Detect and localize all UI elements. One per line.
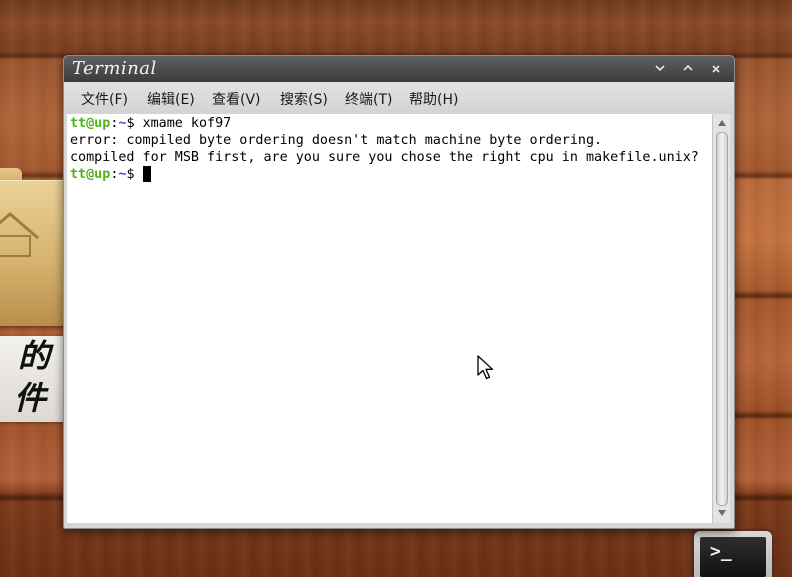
scrollbar-thumb[interactable] [716, 132, 728, 506]
chevron-up-icon [683, 64, 693, 71]
banner-glyph: 件 [14, 379, 47, 417]
prompt-symbol: $ [126, 167, 143, 182]
window-title: Terminal [72, 58, 157, 79]
dock-terminal-prompt: >_ [710, 541, 732, 562]
menu-view[interactable]: 查看(V) [212, 91, 261, 109]
arrow-down-icon [717, 510, 726, 516]
close-icon [712, 65, 720, 73]
terminal-output-line: compiled for MSB first, are you sure you… [70, 150, 699, 165]
window-titlebar[interactable]: Terminal [64, 56, 734, 82]
vertical-scrollbar[interactable] [712, 114, 730, 523]
banner-glyph: 的 [18, 337, 51, 375]
terminal-output-area[interactable]: tt@up:~$ xmame kof97 error: compiled byt… [67, 114, 712, 523]
terminal-line-prompt: tt@up:~$ [70, 166, 151, 183]
text-cursor [142, 166, 151, 182]
minimize-button[interactable] [650, 60, 670, 78]
scroll-up-button[interactable] [713, 116, 730, 130]
menu-search[interactable]: 搜索(S) [280, 91, 328, 109]
home-icon [0, 212, 39, 257]
dock-terminal-launcher[interactable]: >_ [694, 531, 772, 577]
menu-edit[interactable]: 编辑(E) [147, 91, 195, 109]
prompt-user: tt@up [70, 116, 111, 131]
terminal-output-line: error: compiled byte ordering doesn't ma… [70, 133, 603, 148]
chevron-down-icon [655, 65, 665, 72]
scroll-down-button[interactable] [713, 506, 730, 520]
desktop-calligraphy-banner: 的 件 [0, 336, 70, 422]
menu-bar: 文件(F) 编辑(E) 查看(V) 搜索(S) 终端(T) 帮助(H) [64, 82, 734, 114]
close-button[interactable] [706, 60, 726, 78]
terminal-app-icon: >_ [700, 537, 766, 577]
desktop-folder-icon[interactable] [0, 168, 68, 326]
mouse-pointer-icon [477, 355, 494, 380]
menu-help[interactable]: 帮助(H) [409, 91, 458, 109]
command-text: xmame kof97 [142, 116, 232, 131]
menu-terminal[interactable]: 终端(T) [345, 91, 392, 109]
menu-file[interactable]: 文件(F) [81, 91, 128, 109]
prompt-symbol: $ [126, 116, 143, 131]
arrow-up-icon [717, 120, 726, 126]
terminal-line-command: tt@up:~$ xmame kof97 [70, 115, 231, 132]
maximize-button[interactable] [678, 60, 698, 78]
prompt-user: tt@up [70, 167, 111, 182]
terminal-window[interactable]: Terminal 文件(F) 编辑(E) 查看(V) 搜索(S) 终端(T) 帮… [63, 55, 735, 529]
